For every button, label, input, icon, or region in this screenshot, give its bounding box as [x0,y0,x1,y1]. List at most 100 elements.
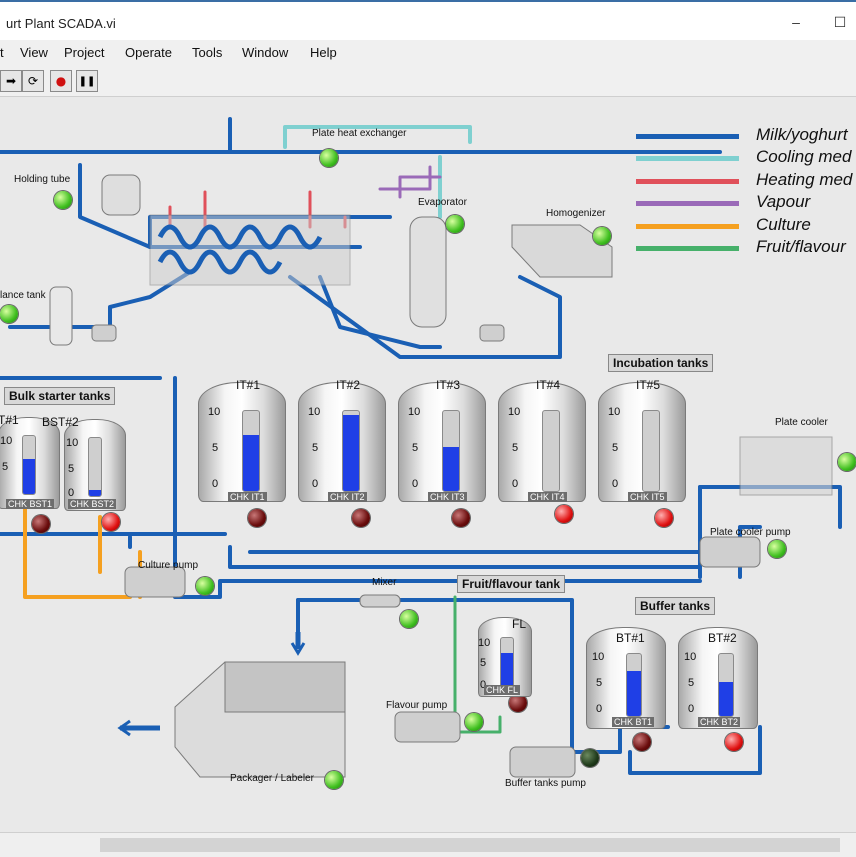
maximize-button[interactable]: ☐ [830,12,850,32]
tank-name: BT#1 [616,631,645,645]
legend-cooling: Cooling med [636,147,856,169]
balance-tank-label: lance tank [0,290,46,301]
legend-swatch-culture [636,224,739,229]
scale-mid: 5 [212,442,219,454]
process-diagram: Milk/yoghurt Cooling med Heating med Vap… [0,97,856,832]
scale-top: 10 [592,651,605,663]
legend-label-heating: Heating med [756,170,853,189]
packager-labeler-label: Packager / Labeler [230,773,314,784]
tank-name: IT#1 [236,378,261,392]
scale-bottom: 0 [412,478,419,490]
legend-fruit: Fruit/flavour [636,237,856,259]
menu-view[interactable]: View [20,45,48,60]
run-arrow-icon[interactable]: ➡ [0,70,22,92]
holding-tube-label: Holding tube [14,174,71,185]
fruit-flavour-tank-fl[interactable]: FL 10 5 0 CHK FL [478,617,532,697]
scale-mid: 5 [512,442,519,454]
bulk-starter-tank-bst2[interactable]: BST#2 10 5 0 CHK BST2 [42,415,126,511]
culture-pump-label: Culture pump [138,560,199,571]
scale-bottom: 0 [688,703,695,715]
plate-heat-exchanger-status-led [320,149,338,167]
evaporator-label: Evaporator [418,197,467,208]
bulk-starter-tanks-label: Bulk starter tanks [4,387,116,405]
legend-label-culture: Culture [756,215,811,234]
pause-icon[interactable]: ❚❚ [76,70,98,92]
tank-chk-label: CHK BST1 [6,499,55,509]
plate-cooler-label: Plate cooler [775,417,828,428]
homogenizer-status-led [593,227,611,245]
mixer-label: Mixer [372,577,397,588]
buffer-tanks-pump-label: Buffer tanks pump [505,778,586,789]
level-fill [627,671,641,716]
legend-swatch-fruit [636,246,739,251]
plate-heat-exchanger-label: Plate heat exchanger [312,128,407,139]
level-fill [23,459,35,494]
buffer-tank-bt1[interactable]: BT#1 10 5 0 CHK BT1 [586,627,666,729]
legend-vapour: Vapour [636,192,856,214]
abort-icon[interactable]: ● [50,70,72,92]
plate-cooler-status-led [838,453,856,471]
level-gauge [242,410,260,492]
tank-name: IT#2 [336,378,361,392]
flavour-pump-status-led [465,713,483,731]
level-gauge [22,435,36,495]
horizontal-scrollbar[interactable] [0,832,856,857]
menu-window[interactable]: Window [242,45,288,60]
legend-swatch-vapour [636,201,739,206]
bulk-starter-tank-bst1[interactable]: T#1 10 5 CHK BST1 [0,413,60,509]
incubation-tank-it2[interactable]: IT#2 10 5 0 CHK IT2 [298,378,386,502]
it4-valve-led [555,505,573,523]
menu-project[interactable]: Project [64,45,104,60]
bst2-valve-led [102,513,120,531]
scale-bottom: 0 [68,487,75,499]
balance-tank-status-led [0,305,18,323]
level-fill [343,415,359,491]
buffer-tank-bt2[interactable]: BT#2 10 5 0 CHK BT2 [678,627,758,729]
scale-mid: 5 [596,677,603,689]
window-titlebar: urt Plant SCADA.vi – ☐ [0,0,856,40]
minimize-button[interactable]: – [786,12,806,32]
tank-chk-label: CHK IT4 [528,492,567,502]
scale-mid: 5 [68,463,75,475]
scale-bottom: 0 [212,478,219,490]
menu-bar: t View Project Operate Tools Window Help [0,40,856,66]
vapour-pipes [378,165,442,199]
scale-mid: 5 [612,442,619,454]
culture-pump-status-led [196,577,214,595]
it5-valve-led [655,509,673,527]
tank-name: BST#2 [42,415,79,429]
level-gauge [500,637,514,689]
run-continuously-icon[interactable]: ⟳ [22,70,44,92]
level-gauge [88,437,102,497]
menu-operate[interactable]: Operate [125,45,172,60]
scale-mid: 5 [412,442,419,454]
it3-valve-led [452,509,470,527]
scale-top: 10 [684,651,697,663]
scale-mid: 5 [480,657,487,669]
menu-tools[interactable]: Tools [192,45,222,60]
plate-cooler-pump-status-led [768,540,786,558]
it2-valve-led [352,509,370,527]
level-gauge [342,410,360,492]
level-gauge [718,653,734,717]
scale-mid: 5 [2,461,9,473]
scale-bottom: 0 [512,478,519,490]
level-fill [89,490,101,496]
packager-status-led [325,771,343,789]
incubation-tank-it4[interactable]: IT#4 10 5 0 CHK IT4 [498,378,586,502]
menu-file[interactable]: t [0,45,4,60]
it1-valve-led [248,509,266,527]
scale-mid: 5 [688,677,695,689]
scale-top: 10 [478,637,491,649]
legend-heating: Heating med [636,170,856,192]
incubation-tank-it5[interactable]: IT#5 10 5 0 CHK IT5 [598,378,686,502]
menu-help[interactable]: Help [310,45,337,60]
legend-label-fruit: Fruit/flavour [756,237,846,256]
level-fill [243,435,259,491]
toolbar: ➡ ⟳ ● ❚❚ [0,66,856,97]
mixer-status-led [400,610,418,628]
scrollbar-thumb[interactable] [100,838,840,852]
incubation-tank-it3[interactable]: IT#3 10 5 0 CHK IT3 [398,378,486,502]
incubation-tank-it1[interactable]: IT#1 10 5 0 CHK IT1 [198,378,286,502]
fruit-flavour-tank-label: Fruit/flavour tank [457,575,566,593]
